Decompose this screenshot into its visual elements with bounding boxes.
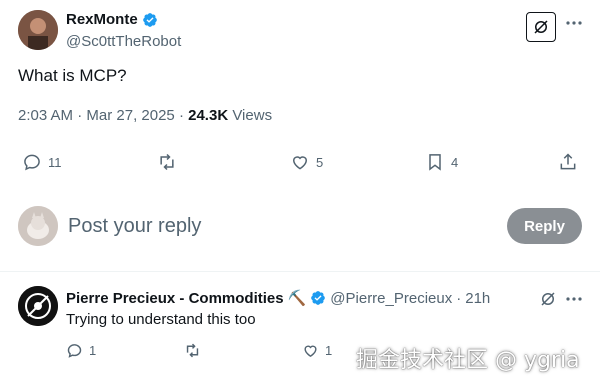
like-count: 5	[316, 154, 324, 170]
like-action[interactable]: 5	[290, 152, 323, 172]
main-tweet: RexMonte @Sc0ttTheRobot What is MCP? 2:0…	[0, 0, 600, 272]
reply-time[interactable]: 21h	[465, 290, 490, 307]
tweet-time[interactable]: 2:03 AM	[18, 107, 73, 124]
tweet-date[interactable]: Mar 27, 2025	[86, 107, 174, 124]
heart-icon	[292, 156, 308, 170]
meta-separator: ·	[73, 107, 87, 124]
pickaxe-emoji: ⛏️	[287, 290, 307, 307]
watermark: 掘金技术社区 @ ygria	[356, 348, 580, 373]
verified-badge-icon	[311, 291, 326, 305]
author-name[interactable]: RexMonte	[66, 11, 138, 28]
author-handle[interactable]: @Sc0ttTheRobot	[66, 33, 181, 50]
reply-text: Trying to understand this too	[66, 311, 256, 328]
reply-action[interactable]: 11	[22, 152, 62, 172]
tweet-text: What is MCP?	[18, 66, 127, 85]
more-options-button[interactable]	[565, 14, 583, 32]
heart-icon	[304, 345, 317, 357]
current-user-avatar	[18, 206, 58, 246]
reply-composer: Post your reply Reply	[0, 196, 600, 272]
more-icon	[566, 297, 582, 301]
retweet-icon	[160, 153, 174, 171]
verified-badge-icon	[142, 12, 157, 27]
grok-icon	[534, 20, 548, 34]
reply-author-handle[interactable]: @Pierre_Precieux	[330, 290, 452, 307]
reply-button[interactable]: Reply	[507, 208, 582, 244]
like-count: 1	[325, 343, 333, 358]
meta-separator: ·	[456, 289, 462, 307]
share-action[interactable]	[558, 152, 578, 172]
reply-author-avatar[interactable]	[18, 286, 58, 326]
more-options-button[interactable]	[565, 290, 583, 308]
retweet-action[interactable]	[157, 152, 183, 172]
reply-count: 1	[89, 343, 97, 358]
reply-icon	[24, 154, 40, 171]
retweet-icon	[186, 343, 199, 358]
bookmark-count: 4	[451, 154, 459, 170]
tweet-actions: 11 5 4	[18, 152, 584, 180]
reply-author-name[interactable]: Pierre Precieux - Commodities	[66, 290, 284, 307]
bookmark-action[interactable]: 4	[425, 152, 458, 172]
meta-separator: ·	[174, 107, 189, 124]
reply-input[interactable]: Post your reply	[68, 215, 201, 238]
reply-action[interactable]: 1	[66, 342, 96, 359]
bookmark-icon	[429, 154, 441, 171]
tweet-meta: 2:03 AM · Mar 27, 2025 · 24.3K Views	[18, 107, 272, 124]
retweet-action[interactable]	[184, 342, 207, 359]
reply-icon	[67, 344, 82, 358]
like-action[interactable]: 1	[302, 342, 332, 359]
reply-count: 11	[48, 154, 62, 170]
grok-icon	[541, 292, 555, 306]
grok-button[interactable]	[539, 290, 557, 308]
author-avatar[interactable]	[18, 10, 58, 50]
views-count: 24.3K	[188, 107, 229, 124]
share-icon	[560, 153, 576, 170]
more-icon	[566, 21, 582, 25]
grok-button[interactable]	[526, 12, 556, 42]
views-label: Views	[228, 107, 273, 124]
